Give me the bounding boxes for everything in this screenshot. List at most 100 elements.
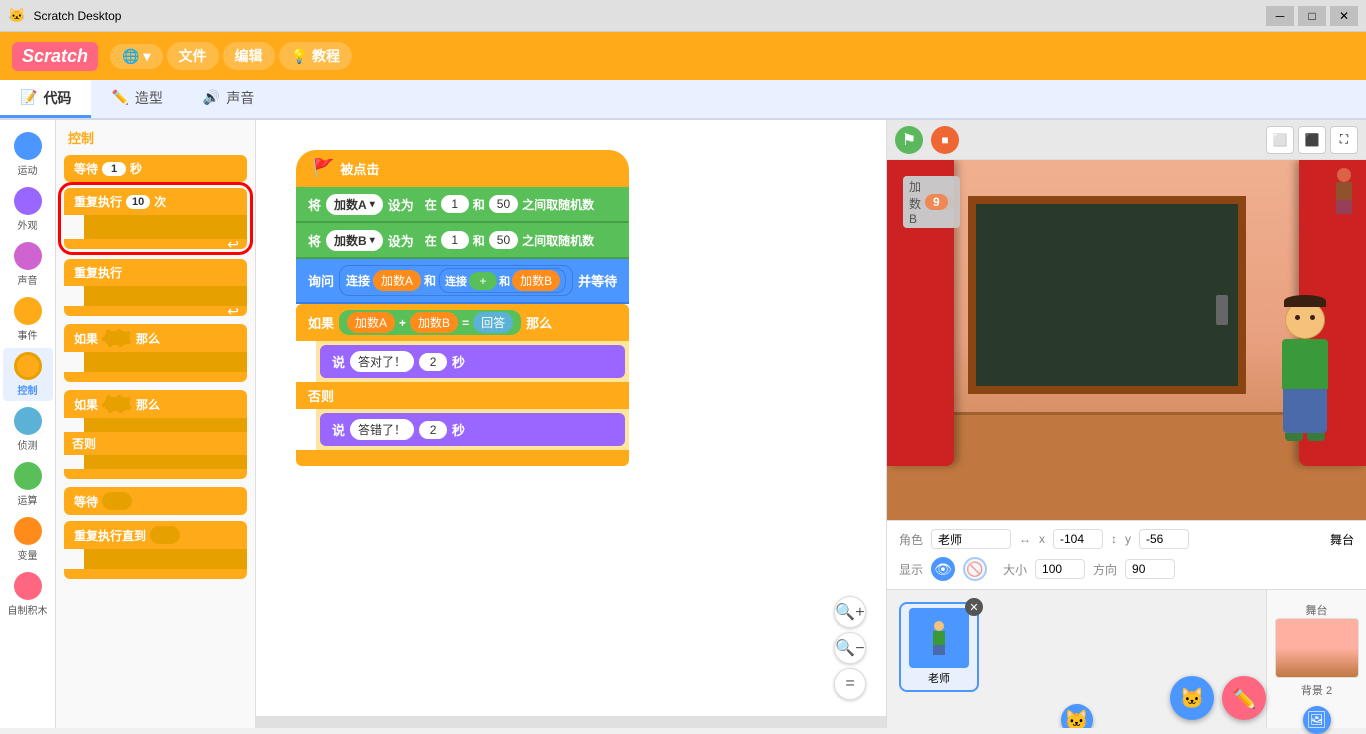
set-b-block[interactable]: 将 加数B 设为 在 1 和 50 之间取随机数 xyxy=(296,223,629,259)
forever-label: 重复执行 xyxy=(74,264,122,281)
zoom-in-button[interactable]: 🔍+ xyxy=(834,596,866,628)
rand-b-end[interactable]: 50 xyxy=(489,231,518,249)
category-motion[interactable]: 运动 xyxy=(3,128,53,181)
category-events[interactable]: 事件 xyxy=(3,293,53,346)
edit-menu-button[interactable]: 编辑 xyxy=(223,42,275,70)
if-label: 如果 xyxy=(74,330,98,347)
wait-block[interactable]: 等待 1 秒 xyxy=(64,155,247,182)
hide-toggle[interactable]: 🚫 xyxy=(963,557,987,581)
set-a-action: 设为 xyxy=(388,195,414,214)
tutorial-button[interactable]: 💡 教程 xyxy=(279,42,352,70)
repeat-until-block[interactable]: 重复执行直到 xyxy=(64,521,247,549)
plus-sign: + xyxy=(469,272,497,290)
say-wrong-secs[interactable]: 2 xyxy=(419,421,447,439)
repeat-input[interactable]: 10 xyxy=(126,195,150,209)
say-wrong-block[interactable]: 说 答错了！ 2 秒 xyxy=(320,413,625,446)
script-canvas[interactable]: 🚩 被点击 将 加数A 设为 在 1 和 50 之间取随机数 将 加数B 设为 xyxy=(256,120,886,728)
tab-sound[interactable]: 🔊 声音 xyxy=(183,80,274,118)
stage-panel: ⚑ ■ ⬜ ⬛ ⛶ xyxy=(886,120,1366,728)
looks-label: 外观 xyxy=(18,217,38,232)
var-a-dropdown[interactable]: 加数A xyxy=(326,194,383,215)
file-menu-button[interactable]: 文件 xyxy=(167,42,219,70)
category-operators[interactable]: 运算 xyxy=(3,458,53,511)
normal-view-icon: ⬜ xyxy=(1273,133,1288,147)
tab-code[interactable]: 📝 代码 xyxy=(0,80,91,118)
if-main-block: 如果 加数A + 加数B = 回答 那么 xyxy=(296,304,629,466)
sprite-x-input[interactable] xyxy=(1053,529,1103,549)
app-icon: 🐱 xyxy=(8,7,25,24)
sprite-thumb-name: 老师 xyxy=(905,670,973,686)
sprite-size-input[interactable] xyxy=(1035,559,1085,579)
say-correct-suffix: 秒 xyxy=(452,352,465,371)
close-button[interactable]: ✕ xyxy=(1330,6,1358,26)
backdrop-thumb[interactable] xyxy=(1275,618,1359,678)
sprite-delete-button[interactable]: ✕ xyxy=(965,598,983,616)
set-a-block[interactable]: 将 加数A 设为 在 1 和 50 之间取随机数 xyxy=(296,187,629,223)
stop-button[interactable]: ■ xyxy=(931,126,959,154)
cat-button[interactable]: 🐱 xyxy=(1170,676,1214,720)
category-sound[interactable]: 声音 xyxy=(3,238,53,291)
rand-a-start[interactable]: 1 xyxy=(441,195,469,213)
sprite-direction-input[interactable] xyxy=(1125,559,1175,579)
rand-a-end[interactable]: 50 xyxy=(489,195,518,213)
say-correct-secs[interactable]: 2 xyxy=(419,353,447,371)
green-flag-button[interactable]: ⚑ xyxy=(895,126,923,154)
sprite-y-input[interactable] xyxy=(1139,529,1189,549)
if-else-block[interactable]: 如果 那么 xyxy=(64,390,247,418)
category-variables[interactable]: 变量 xyxy=(3,513,53,566)
globe-icon: 🌐 xyxy=(122,48,139,65)
var-b-dropdown[interactable]: 加数B xyxy=(326,230,383,251)
forever-block[interactable]: 重复执行 xyxy=(64,259,247,286)
if-condition-block[interactable]: 如果 加数A + 加数B = 回答 那么 xyxy=(296,304,629,341)
globe-dropdown-icon: ▾ xyxy=(143,48,150,65)
zoom-out-button[interactable]: 🔍− xyxy=(834,632,866,664)
zoom-reset-button[interactable]: = xyxy=(834,668,866,700)
costume-button[interactable]: ✏️ xyxy=(1222,676,1266,720)
var-b-value: 9 xyxy=(925,194,948,210)
repeat-until-slot xyxy=(150,526,180,544)
globe-button[interactable]: 🌐 ▾ xyxy=(110,44,162,69)
wait-label: 等待 xyxy=(74,160,98,177)
horizontal-scrollbar[interactable] xyxy=(256,716,886,728)
x-label: x xyxy=(1039,532,1045,546)
sprite-thumb-teacher[interactable]: ✕ 老师 xyxy=(899,602,979,692)
say-correct-text[interactable]: 答对了！ xyxy=(350,351,414,372)
control-color xyxy=(14,352,42,380)
normal-view-button[interactable]: ⬜ xyxy=(1266,126,1294,154)
rand-b-start[interactable]: 1 xyxy=(441,231,469,249)
wait-input[interactable]: 1 xyxy=(102,162,126,176)
category-sensing[interactable]: 侦测 xyxy=(3,403,53,456)
control-label: 控制 xyxy=(18,382,38,397)
add-backdrop-button[interactable]: 🖼 xyxy=(1303,706,1331,734)
category-looks[interactable]: 外观 xyxy=(3,183,53,236)
category-myblocks[interactable]: 自制积木 xyxy=(3,568,53,621)
if-then-label: 那么 xyxy=(136,330,160,347)
say-wrong-text[interactable]: 答错了！ xyxy=(350,419,414,440)
sprite-name-input[interactable] xyxy=(931,529,1011,549)
sound-tab-label: 声音 xyxy=(226,88,254,108)
if-block[interactable]: 如果 那么 xyxy=(64,324,247,352)
set-b-action: 设为 xyxy=(388,231,414,250)
code-tab-icon: 📝 xyxy=(20,89,37,106)
big-view-button[interactable]: ⬛ xyxy=(1298,126,1326,154)
join2-block: 连接 + 和 加数B xyxy=(439,268,566,293)
tab-costume[interactable]: ✏️ 造型 xyxy=(91,80,182,118)
add-sprite-button[interactable]: 🐱 xyxy=(1061,704,1093,728)
char-eye-left xyxy=(1295,315,1300,320)
random-a-block: 在 1 和 50 之间取随机数 xyxy=(419,193,600,215)
category-control[interactable]: 控制 xyxy=(3,348,53,401)
repeat-suffix: 次 xyxy=(154,193,166,210)
minimize-button[interactable]: ─ xyxy=(1266,6,1294,26)
wait-until-block[interactable]: 等待 xyxy=(64,487,247,515)
char-eyes xyxy=(1295,315,1315,320)
fullscreen-button[interactable]: ⛶ xyxy=(1330,126,1358,154)
char-shoe-right xyxy=(1307,433,1325,441)
hat-block[interactable]: 🚩 被点击 xyxy=(296,150,629,187)
ask-block[interactable]: 询问 连接 加数A 和 连接 + 和 加数B 并等待 xyxy=(296,259,629,304)
backdrop-preview xyxy=(1276,619,1358,677)
maximize-button[interactable]: □ xyxy=(1298,6,1326,26)
say-correct-block[interactable]: 说 答对了！ 2 秒 xyxy=(320,345,625,378)
show-toggle[interactable]: 👁 xyxy=(931,557,955,581)
repeat-block[interactable]: 重复执行 10 次 xyxy=(64,188,247,215)
then-branch: 说 答对了！ 2 秒 xyxy=(316,341,629,382)
